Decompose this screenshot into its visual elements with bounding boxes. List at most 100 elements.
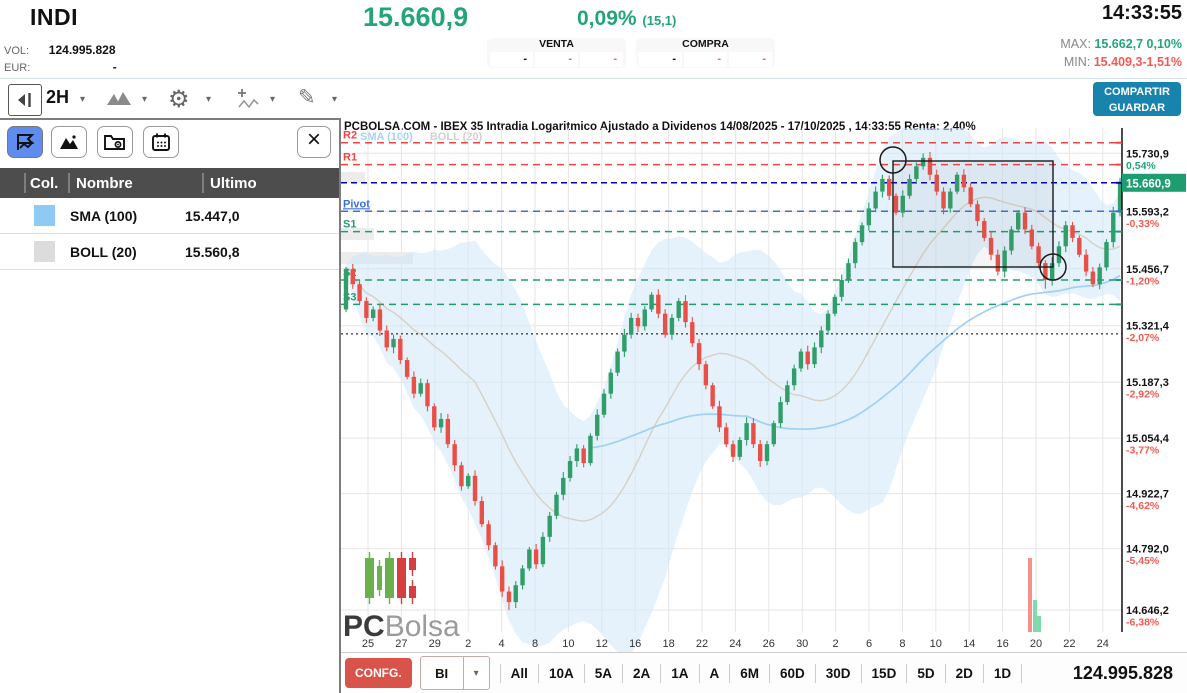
svg-text:0,54%: 0,54% [1126, 160, 1156, 172]
svg-text:12: 12 [596, 638, 608, 650]
sma-name: SMA (100) [70, 208, 185, 224]
indicator-row-boll[interactable]: BOLL (20) 15.560,8 [0, 234, 339, 270]
sma-color-swatch [34, 205, 55, 226]
calendar-icon [151, 132, 171, 152]
range-button-60d[interactable]: 60D [769, 664, 815, 683]
time-axis: 2527292481012161822242630268101416202224 [362, 638, 1109, 650]
chart-image-tab[interactable] [51, 126, 87, 158]
settings-caret-icon[interactable]: ▾ [206, 94, 211, 105]
min-row: MIN: 15.409,3-1,51% [1064, 55, 1182, 69]
mountain-photo-icon [58, 132, 80, 152]
svg-text:24: 24 [1097, 638, 1109, 650]
draw-tools-button[interactable]: ✎ [298, 85, 316, 110]
settings-button[interactable]: ⚙ [168, 85, 190, 114]
range-button-30d[interactable]: 30D [815, 664, 861, 683]
svg-text:15.593,2: 15.593,2 [1126, 206, 1169, 218]
range-button-5d[interactable]: 5D [906, 664, 944, 683]
saved-configs-tab[interactable] [97, 126, 133, 158]
max-label: MAX: [1060, 37, 1091, 51]
collapse-panel-button[interactable] [8, 84, 42, 116]
share-save-button[interactable]: COMPARTIR GUARDAR [1093, 82, 1181, 116]
config-button[interactable]: CONFG. [345, 658, 412, 688]
svg-text:8: 8 [532, 638, 538, 650]
nombre-header: Nombre [76, 175, 202, 192]
svg-text:-0,33%: -0,33% [1126, 218, 1160, 230]
svg-text:2: 2 [465, 638, 471, 650]
range-button-a[interactable]: A [699, 664, 730, 683]
range-toolbar: CONFG. BI ▾ All10A5A2A1AA6M60D30D15D5D2D… [341, 652, 1187, 693]
add-indicator-caret-icon[interactable]: ▾ [270, 94, 275, 105]
indicator-list-tab[interactable] [7, 126, 43, 158]
range-buttons: All10A5A2A1AA6M60D30D15D5D2D1D [500, 661, 1022, 685]
svg-text:4: 4 [499, 638, 505, 650]
compra-label: COMPRA [636, 38, 775, 51]
range-button-6m[interactable]: 6M [729, 664, 769, 683]
venta-box: VENTA - - - [487, 38, 626, 68]
draw-tools-caret-icon[interactable]: ▾ [332, 94, 337, 105]
range-button-1d[interactable]: 1D [983, 664, 1022, 683]
chart-toolbar: 2H ▾ ▾ ⚙ ▾ ▾ ✎ ▾ COMPARTIR G [0, 80, 1187, 118]
svg-text:-2,92%: -2,92% [1126, 389, 1160, 401]
quote-header: INDI VOL: 124.995.828 EUR: - 15.660,9 0,… [0, 0, 1187, 79]
range-button-10a[interactable]: 10A [538, 664, 584, 683]
bi-dropdown-caret-icon[interactable]: ▾ [463, 657, 489, 689]
bi-dropdown[interactable]: BI ▾ [420, 656, 490, 690]
candlestick-chart[interactable]: PCBOLSA.COM - IBEX 35 Intradia Logaritmi… [341, 118, 1187, 652]
svg-text:-4,62%: -4,62% [1126, 500, 1160, 512]
venta-label: VENTA [487, 38, 626, 51]
svg-text:30: 30 [796, 638, 808, 650]
bi-dropdown-value[interactable]: BI [421, 657, 463, 689]
svg-text:14.922,7: 14.922,7 [1126, 489, 1169, 501]
close-panel-button[interactable]: × [297, 126, 331, 158]
svg-text:15.660,9: 15.660,9 [1126, 178, 1171, 190]
range-button-all[interactable]: All [500, 664, 538, 683]
svg-text:14.646,2: 14.646,2 [1126, 605, 1169, 617]
calendar-tab[interactable] [143, 126, 179, 158]
chart-type-caret-icon[interactable]: ▾ [142, 94, 147, 105]
compra-qty: - [639, 52, 682, 67]
range-button-2d[interactable]: 2D [945, 664, 983, 683]
compra-price: - [684, 52, 727, 67]
svg-text:24: 24 [729, 638, 741, 650]
venta-price: - [535, 52, 578, 67]
change-absolute: (15,1) [642, 13, 676, 28]
svg-text:15.054,4: 15.054,4 [1126, 433, 1170, 445]
range-button-5a[interactable]: 5A [584, 664, 622, 683]
add-indicator-button[interactable] [236, 88, 260, 110]
ultimo-header: Ultimo [210, 175, 257, 192]
svg-text:Pivot: Pivot [343, 198, 370, 210]
timeframe-caret-icon[interactable]: ▾ [80, 94, 85, 105]
svg-text:R1: R1 [343, 152, 357, 164]
indicator-row-sma[interactable]: SMA (100) 15.447,0 [0, 198, 339, 234]
range-button-2a[interactable]: 2A [622, 664, 660, 683]
sma-value: 15.447,0 [185, 208, 240, 224]
chart-canvas[interactable]: PCBolsaR2R1PivotS1S2S315.730,90,54%15.59… [341, 128, 1187, 652]
compra-extra: - [729, 52, 772, 67]
svg-text:-5,45%: -5,45% [1126, 555, 1160, 567]
volume-row: VOL: 124.995.828 [4, 41, 116, 59]
range-button-15d[interactable]: 15D [861, 664, 907, 683]
svg-text:-2,07%: -2,07% [1126, 332, 1160, 344]
svg-text:10: 10 [930, 638, 942, 650]
eur-row: EUR: - [4, 58, 117, 76]
vol-value: 124.995.828 [34, 43, 116, 57]
svg-text:-1,20%: -1,20% [1126, 275, 1160, 287]
range-button-1a[interactable]: 1A [660, 664, 698, 683]
chart-type-button[interactable] [106, 90, 132, 106]
svg-text:8: 8 [899, 638, 905, 650]
change-percent: 0,09% (15,1) [577, 7, 676, 31]
pcbolsa-watermark: PCBolsa [343, 552, 460, 643]
svg-text:2: 2 [833, 638, 839, 650]
svg-text:18: 18 [662, 638, 674, 650]
timeframe-selector[interactable]: 2H [46, 87, 69, 108]
folder-gear-icon [103, 132, 127, 152]
boll-value: 15.560,8 [185, 244, 240, 260]
venta-qty: - [490, 52, 533, 67]
boll-color-swatch [34, 241, 55, 262]
svg-text:29: 29 [429, 638, 441, 650]
svg-text:-3,77%: -3,77% [1126, 445, 1160, 457]
svg-text:15.730,9: 15.730,9 [1126, 148, 1169, 160]
svg-text:27: 27 [395, 638, 407, 650]
svg-text:-6,38%: -6,38% [1126, 617, 1160, 629]
svg-text:16: 16 [996, 638, 1008, 650]
